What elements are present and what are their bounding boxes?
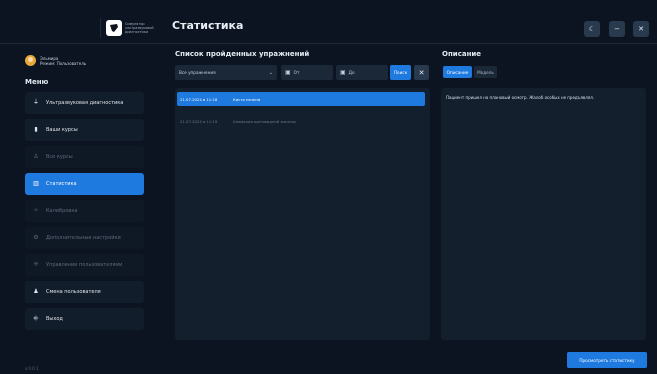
exercise-date: 21.07.2024 в 11:18 bbox=[180, 96, 218, 102]
sidebar-item-logout[interactable]: ⎆ Выход bbox=[25, 308, 144, 330]
table-row[interactable]: 21.07.2024 в 11:19 Аномалия щитовидной ж… bbox=[177, 114, 425, 128]
sidebar-item-label: Калибровка bbox=[46, 208, 78, 214]
sidebar-item-label: Управление пользователями bbox=[46, 262, 123, 268]
theme-toggle-button[interactable]: ☾ bbox=[584, 21, 600, 37]
exercise-filter-value: Все упражнения bbox=[179, 70, 216, 75]
sidebar-item-label: Выход bbox=[46, 316, 63, 322]
app-logo: Симулятор ультразвуковой диагностики bbox=[106, 14, 154, 42]
date-from-input[interactable]: ▣ От bbox=[281, 65, 333, 80]
tab-model[interactable]: Модель bbox=[474, 66, 497, 78]
clear-filters-button[interactable]: ✕ bbox=[414, 65, 429, 80]
user-icon: ♟ bbox=[33, 288, 39, 295]
close-icon: ✕ bbox=[418, 68, 425, 77]
app-version: v.0.0.1 bbox=[25, 366, 39, 371]
exercises-title: Список пройденных упражнений bbox=[175, 50, 310, 58]
sidebar-item-label: Статистика bbox=[46, 181, 77, 187]
sidebar-item-label: Ультразвуковая диагностика bbox=[46, 100, 124, 106]
logo-bar: Симулятор ультразвуковой диагностики bbox=[0, 14, 160, 44]
exercise-name: Киста печени bbox=[233, 96, 261, 102]
sidebar-item-label: Ваши курсы bbox=[46, 127, 78, 133]
chevron-down-icon: ⌄ bbox=[268, 69, 273, 76]
exercise-filter-select[interactable]: Все упражнения ⌄ bbox=[175, 65, 277, 80]
users-icon: ⁜ bbox=[33, 261, 39, 268]
calendar-icon: ▣ bbox=[285, 69, 291, 76]
date-from-placeholder: От bbox=[293, 70, 300, 75]
table-row[interactable]: 21.07.2024 в 11:18 Киста печени bbox=[177, 92, 425, 106]
sidebar-item-label: Дополнительные настройки bbox=[46, 235, 121, 241]
date-to-placeholder: До bbox=[348, 70, 355, 75]
sidebar: Симулятор ультразвуковой диагностики Эль… bbox=[0, 0, 160, 374]
user-role: Режим: Пользователь bbox=[40, 60, 87, 66]
chart-icon: ▥ bbox=[33, 180, 39, 187]
sidebar-menu: ⏚ Ультразвуковая диагностика ▮ Ваши курс… bbox=[25, 92, 144, 335]
header: Статистика ☾ − ✕ bbox=[160, 14, 657, 44]
sidebar-item-my-courses[interactable]: ▮ Ваши курсы bbox=[25, 119, 144, 141]
sidebar-item-extra-settings[interactable]: ⚙ Дополнительные настройки bbox=[25, 227, 144, 249]
sidebar-item-label: Все курсы bbox=[46, 154, 73, 160]
menu-title: Меню bbox=[25, 78, 49, 86]
logo-divider bbox=[100, 18, 101, 38]
page-title: Статистика bbox=[172, 19, 244, 32]
description-title: Описание bbox=[442, 50, 482, 58]
logout-icon: ⎆ bbox=[33, 315, 39, 322]
user-info: Эльмира Режим: Пользователь bbox=[25, 55, 86, 66]
sidebar-item-switch-user[interactable]: ♟ Смена пользователя bbox=[25, 281, 144, 303]
close-icon: ✕ bbox=[638, 25, 644, 33]
probe-icon: ⏚ bbox=[33, 99, 40, 106]
sidebar-item-statistics[interactable]: ▥ Статистика bbox=[25, 173, 144, 195]
calibration-icon: ✧ bbox=[33, 207, 39, 214]
courses-icon: ♙ bbox=[33, 153, 39, 160]
sidebar-item-ultrasound[interactable]: ⏚ Ультразвуковая диагностика bbox=[25, 92, 144, 114]
logo-text: Симулятор ультразвуковой диагностики bbox=[125, 22, 154, 34]
sidebar-item-all-courses[interactable]: ♙ Все курсы bbox=[25, 146, 144, 168]
description-text: Пациент пришел на плановый осмотр. Жалоб… bbox=[446, 95, 595, 100]
minimize-icon: − bbox=[614, 25, 620, 33]
tab-description[interactable]: Описание bbox=[443, 66, 472, 78]
book-icon: ▮ bbox=[34, 126, 38, 133]
search-button[interactable]: Поиск bbox=[390, 65, 411, 80]
ultrasound-probe-icon bbox=[106, 20, 122, 36]
calendar-icon: ▣ bbox=[340, 69, 346, 76]
sidebar-item-user-management[interactable]: ⁜ Управление пользователями bbox=[25, 254, 144, 276]
description-panel bbox=[441, 88, 646, 340]
sidebar-item-label: Смена пользователя bbox=[46, 289, 101, 295]
moon-icon: ☾ bbox=[588, 25, 596, 33]
gear-icon: ⚙ bbox=[33, 234, 39, 241]
exercise-date: 21.07.2024 в 11:19 bbox=[180, 118, 218, 124]
view-statistics-button[interactable]: Просмотреть статистику bbox=[567, 352, 647, 368]
sidebar-item-calibration[interactable]: ✧ Калибровка bbox=[25, 200, 144, 222]
minimize-button[interactable]: − bbox=[609, 21, 625, 37]
exercise-name: Аномалия щитовидной железы bbox=[233, 118, 296, 124]
close-window-button[interactable]: ✕ bbox=[633, 21, 649, 37]
avatar bbox=[25, 55, 36, 66]
date-to-input[interactable]: ▣ До bbox=[336, 65, 388, 80]
